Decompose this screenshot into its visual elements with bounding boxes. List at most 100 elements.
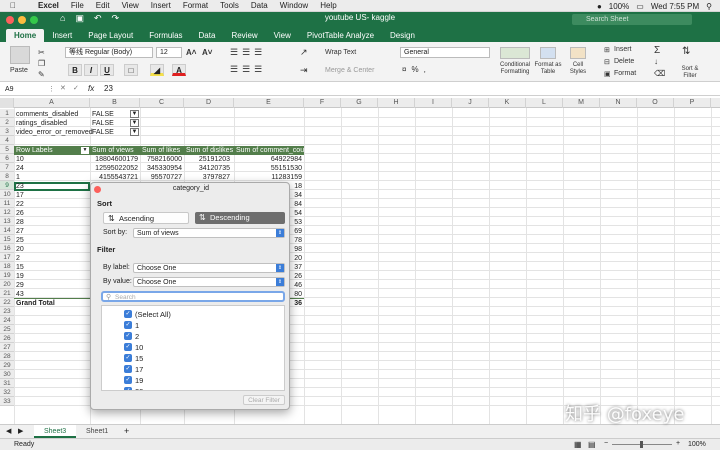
function-fx-icon[interactable]: fx <box>88 84 94 93</box>
tab-review[interactable]: Review <box>223 29 265 42</box>
column-header[interactable]: O <box>637 98 674 108</box>
list-item-label[interactable]: 19 <box>135 376 143 385</box>
column-header[interactable]: E <box>234 98 304 108</box>
insert-cells-icon[interactable]: ⊞ <box>604 46 610 54</box>
row-header[interactable]: 28 <box>0 352 14 361</box>
spotlight-icon[interactable]: ⚲ <box>706 2 712 11</box>
number-format-icons[interactable]: ¤%, <box>402 65 431 74</box>
list-item-label[interactable]: 2 <box>135 332 139 341</box>
tab-design[interactable]: Design <box>382 29 423 42</box>
filter-dropdown-icon[interactable]: ▼ <box>130 128 139 136</box>
descending-button[interactable]: ⇅ Descending <box>195 212 285 224</box>
bold-button[interactable]: B <box>68 64 82 76</box>
row-header[interactable]: 27 <box>0 343 14 352</box>
menu-app-name[interactable]: Excel <box>38 1 59 10</box>
column-header[interactable]: K <box>489 98 526 108</box>
checkbox-icon[interactable]: ✓ <box>124 387 132 390</box>
row-header[interactable]: 4 <box>0 136 14 145</box>
sheet-tab-active[interactable]: Sheet3 <box>34 425 77 438</box>
row-header[interactable]: 29 <box>0 361 14 370</box>
filter-search-input[interactable]: ⚲ Search <box>101 291 285 302</box>
conditional-formatting-button[interactable]: Conditional Formatting <box>495 62 535 76</box>
format-cells-icon[interactable]: ▣ <box>604 70 611 78</box>
decrease-font-icon[interactable]: A˅ <box>202 48 212 57</box>
tab-home[interactable]: Home <box>6 29 45 42</box>
clear-icon[interactable]: ⌫ <box>654 69 665 78</box>
previous-sheet-icon[interactable]: ◀ <box>6 427 11 435</box>
menu-window[interactable]: Window <box>280 1 308 10</box>
vertical-align-icons[interactable]: ☰☰☰ <box>230 47 290 59</box>
row-header[interactable]: 10 <box>0 190 14 199</box>
filter-dropdown-icon[interactable]: ▼ <box>130 110 139 118</box>
column-header[interactable]: C <box>140 98 184 108</box>
column-header[interactable]: L <box>526 98 563 108</box>
format-cells-button[interactable]: Format <box>614 70 636 77</box>
checkbox-icon[interactable]: ✓ <box>124 365 132 373</box>
orientation-icon[interactable]: ↗ <box>300 47 308 58</box>
row-header[interactable]: 22 <box>0 298 14 307</box>
row-header[interactable]: 20 <box>0 280 14 289</box>
search-sheet-input[interactable]: Search Sheet <box>572 14 692 25</box>
row-header[interactable]: 8 <box>0 172 14 181</box>
row-header[interactable]: 16 <box>0 244 14 253</box>
list-item-label[interactable]: (Select All) <box>135 310 171 319</box>
sort-filter-button[interactable]: Sort & Filter <box>675 66 705 80</box>
insert-cells-button[interactable]: Insert <box>614 46 632 53</box>
row-header[interactable]: 1 <box>0 109 14 118</box>
autosum-icon[interactable]: Σ <box>654 45 660 56</box>
page-layout-view-icon[interactable]: ▤ <box>588 440 596 449</box>
row-header[interactable]: 26 <box>0 334 14 343</box>
menu-help[interactable]: Help <box>320 1 336 10</box>
column-header[interactable]: B <box>90 98 140 108</box>
menu-view[interactable]: View <box>122 1 139 10</box>
increase-font-icon[interactable]: A˄ <box>186 48 196 57</box>
fill-color-icon[interactable]: ◢ <box>150 64 164 76</box>
zoom-out-icon[interactable]: − <box>604 440 608 447</box>
name-box[interactable]: A9 <box>2 84 40 95</box>
normal-view-icon[interactable]: ▦ <box>574 440 582 449</box>
row-header[interactable]: 9 <box>0 181 14 190</box>
format-as-table-button[interactable]: Format as Table <box>533 62 563 76</box>
list-item-label[interactable]: 1 <box>135 321 139 330</box>
format-painter-icon[interactable]: ✎ <box>38 70 45 79</box>
column-header[interactable]: N <box>600 98 637 108</box>
tab-page-layout[interactable]: Page Layout <box>80 29 141 42</box>
sort-filter-icon[interactable]: ⇅ <box>682 46 690 57</box>
row-header[interactable]: 14 <box>0 226 14 235</box>
conditional-formatting-icon[interactable] <box>500 47 530 59</box>
filter-dropdown-icon[interactable]: ▼ <box>130 119 139 127</box>
checkbox-icon[interactable]: ✓ <box>124 321 132 329</box>
tab-formulas[interactable]: Formulas <box>141 29 190 42</box>
row-header[interactable]: 15 <box>0 235 14 244</box>
list-item-label[interactable]: 15 <box>135 354 143 363</box>
borders-icon[interactable]: □ <box>124 64 138 76</box>
delete-cells-icon[interactable]: ⊟ <box>604 58 610 66</box>
by-label-select[interactable]: Choose One ⇕ <box>133 263 285 273</box>
font-size-select[interactable]: 12 <box>156 47 182 58</box>
checkbox-icon[interactable]: ✓ <box>124 343 132 351</box>
menu-file[interactable]: File <box>71 1 84 10</box>
menu-edit[interactable]: Edit <box>96 1 110 10</box>
cut-icon[interactable]: ✂ <box>38 48 45 57</box>
paste-button[interactable]: Paste <box>10 67 28 74</box>
format-as-table-icon[interactable] <box>540 47 556 59</box>
column-header[interactable]: F <box>304 98 341 108</box>
menu-insert[interactable]: Insert <box>151 1 171 10</box>
row-header[interactable]: 3 <box>0 127 14 136</box>
column-header[interactable]: G <box>341 98 378 108</box>
checkbox-icon[interactable]: ✓ <box>124 354 132 362</box>
row-header[interactable]: 18 <box>0 262 14 271</box>
row-header[interactable]: 12 <box>0 208 14 217</box>
menu-tools[interactable]: Tools <box>220 1 239 10</box>
italic-button[interactable]: I <box>84 64 98 76</box>
menu-data[interactable]: Data <box>251 1 268 10</box>
column-header[interactable]: M <box>563 98 600 108</box>
column-header[interactable]: J <box>452 98 489 108</box>
checkbox-icon[interactable]: ✓ <box>124 332 132 340</box>
row-header[interactable]: 2 <box>0 118 14 127</box>
merge-center-button[interactable]: Merge & Center <box>325 67 374 74</box>
checkbox-icon[interactable]: ✓ <box>124 376 132 384</box>
apple-icon[interactable]:  <box>10 1 16 10</box>
list-item-label[interactable]: 17 <box>135 365 143 374</box>
filter-field-value[interactable]: FALSE <box>92 128 114 137</box>
